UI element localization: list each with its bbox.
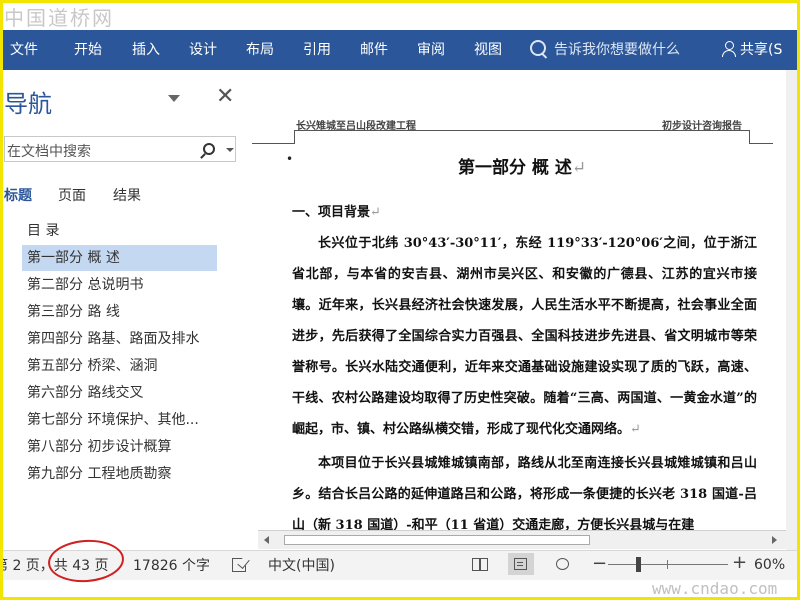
pilcrow: ↵ xyxy=(370,205,381,220)
horizontal-scroll-thumb[interactable] xyxy=(284,535,590,545)
scroll-left-arrow-icon[interactable] xyxy=(264,536,269,544)
pilcrow: ↵ xyxy=(571,158,587,178)
nav-heading-part3[interactable]: 第三部分 路 线 xyxy=(22,299,217,325)
navigation-pane: 导航 ✕ 在文档中搜索 标题 页面 结果 目 录 第一部分 概 述 第二部分 总… xyxy=(0,70,252,550)
zoom-slider-track[interactable] xyxy=(608,564,728,565)
read-mode-icon-page xyxy=(480,558,488,571)
read-mode-button[interactable] xyxy=(467,553,493,575)
header-margin-right xyxy=(749,143,773,144)
read-mode-icon xyxy=(472,558,480,571)
horizontal-scrollbar[interactable] xyxy=(258,530,786,549)
header-rule-right-tick xyxy=(749,130,750,144)
nav-heading-toc[interactable]: 目 录 xyxy=(22,218,217,244)
zoom-level[interactable]: 60% xyxy=(754,550,785,580)
print-layout-button[interactable] xyxy=(508,553,534,575)
nav-heading-part2[interactable]: 第二部分 总说明书 xyxy=(22,272,217,298)
nav-heading-part7[interactable]: 第七部分 环境保护、其他... xyxy=(22,407,217,433)
nav-tab-results[interactable]: 结果 xyxy=(113,185,141,205)
tab-mailings[interactable]: 邮件 xyxy=(360,30,388,70)
nav-heading-part9[interactable]: 第九部分 工程地质勘察 xyxy=(22,461,217,487)
word-count[interactable]: 17826 个字 xyxy=(133,551,210,581)
close-icon[interactable]: ✕ xyxy=(216,86,234,108)
watermark-top: 中国道桥网 xyxy=(4,6,114,30)
search-icon xyxy=(530,40,546,56)
header-rule-left-tick xyxy=(294,130,295,144)
zoom-out-button[interactable]: − xyxy=(592,551,607,577)
nav-heading-part5[interactable]: 第五部分 桥梁、涵洞 xyxy=(22,353,217,379)
document-title-text: 第一部分 概 述 xyxy=(458,158,572,178)
watermark-bottom: www.cndao.com xyxy=(652,579,778,598)
header-rule xyxy=(294,130,749,131)
tab-layout[interactable]: 布局 xyxy=(246,30,274,70)
body-paragraph-1-text: 长兴位于北纬 30°43′-30°11′，东经 119°33′-120°06′之… xyxy=(292,236,757,437)
nav-search-input[interactable]: 在文档中搜索 xyxy=(4,136,236,162)
section-heading-text: 一、项目背景 xyxy=(292,205,371,220)
body-paragraph-1: 长兴位于北纬 30°43′-30°11′，东经 119°33′-120°06′之… xyxy=(292,228,757,445)
nav-pane-title: 导航 xyxy=(4,90,52,118)
web-layout-icon xyxy=(556,558,569,570)
tab-insert[interactable]: 插入 xyxy=(132,30,160,70)
proofing-icon[interactable] xyxy=(232,558,246,572)
print-layout-icon xyxy=(514,558,527,570)
top-strip: 中国道桥网 xyxy=(0,0,800,30)
nav-heading-part8[interactable]: 第八部分 初步设计概算 xyxy=(22,434,217,460)
pilcrow: ↵ xyxy=(630,422,641,437)
search-icon[interactable] xyxy=(203,143,215,155)
search-options-chevron-icon[interactable] xyxy=(226,148,234,152)
tab-view[interactable]: 视图 xyxy=(474,30,502,70)
document-title: 第一部分 概 述↵ xyxy=(458,153,586,178)
zoom-slider-thumb[interactable] xyxy=(636,557,641,572)
tab-file[interactable]: 文件 xyxy=(10,30,38,70)
nav-tab-headings[interactable]: 标题 xyxy=(4,185,32,205)
body-paragraph-2: 本项目位于长兴县城雉城镇南部，路线从北至南连接长兴县城雉城镇和吕山乡。结合长吕公… xyxy=(292,456,757,530)
zoom-slider-midpoint xyxy=(667,560,668,569)
web-layout-button[interactable] xyxy=(550,553,576,575)
zoom-in-button[interactable]: + xyxy=(732,550,747,576)
tab-review[interactable]: 审阅 xyxy=(417,30,445,70)
nav-heading-part4[interactable]: 第四部分 路基、路面及排水 xyxy=(22,326,217,352)
tab-references[interactable]: 引用 xyxy=(303,30,331,70)
scroll-right-arrow-icon[interactable] xyxy=(772,536,777,544)
ribbon-tab-bar: 文件 开始 插入 设计 布局 引用 邮件 审阅 视图 告诉我你想要做什么 共享(… xyxy=(0,30,800,70)
section-heading: 一、项目背景↵ xyxy=(292,201,381,220)
tab-design[interactable]: 设计 xyxy=(189,30,217,70)
tab-home[interactable]: 开始 xyxy=(74,30,102,70)
language-indicator[interactable]: 中文(中国) xyxy=(268,551,335,581)
paragraph-mark: • xyxy=(286,152,294,166)
person-icon xyxy=(722,41,736,57)
chevron-down-icon[interactable] xyxy=(168,95,180,102)
header-margin-left xyxy=(252,143,295,144)
share-label: 共享(S xyxy=(740,42,783,58)
vertical-scrollbar[interactable] xyxy=(786,70,800,550)
tell-me-box[interactable]: 告诉我你想要做什么 xyxy=(530,30,680,70)
tell-me-label: 告诉我你想要做什么 xyxy=(554,42,680,58)
document-area[interactable]: 长兴雉城至吕山段改建工程 初步设计咨询报告 • 第一部分 概 述↵ 一、项目背景… xyxy=(252,70,788,550)
nav-heading-part1[interactable]: 第一部分 概 述 xyxy=(22,245,217,271)
search-placeholder: 在文档中搜索 xyxy=(7,144,91,160)
share-button[interactable]: 共享(S xyxy=(722,30,782,70)
nav-tab-pages[interactable]: 页面 xyxy=(58,185,86,205)
nav-heading-part6[interactable]: 第六部分 路线交叉 xyxy=(22,380,217,406)
